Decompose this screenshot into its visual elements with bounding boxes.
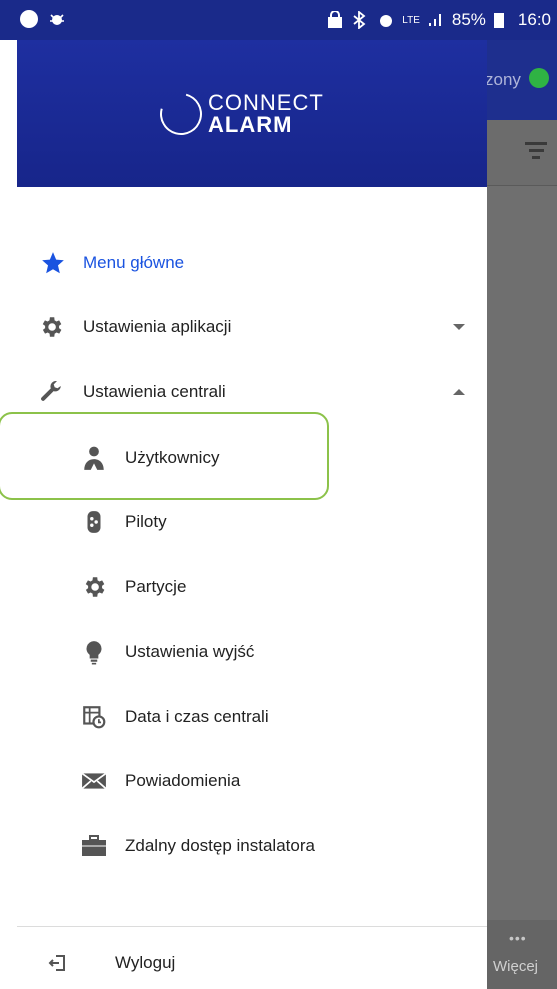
logo-line-1: CONNECT	[208, 90, 324, 115]
battery-icon	[493, 11, 511, 29]
battery-percent: 85%	[451, 10, 486, 29]
chevron-down-icon[interactable]	[453, 324, 465, 330]
drawer-divider	[17, 926, 487, 927]
status-bar: LTE 85% 16:0	[0, 0, 557, 40]
more-icon: •••	[509, 930, 527, 946]
more-tab-label: Więcej	[493, 958, 539, 975]
lock-icon	[327, 10, 345, 29]
drawer-header-gap	[0, 40, 17, 187]
gear-icon	[38, 314, 64, 340]
briefcase-icon	[81, 833, 107, 859]
logout-icon	[44, 950, 70, 976]
menu-item-app-settings[interactable]: Ustawienia aplikacji	[0, 302, 487, 352]
bulb-icon	[81, 639, 107, 665]
menu-item-remote-access[interactable]: Zdalny dostęp instalatora	[0, 821, 487, 871]
network-type: LTE	[402, 14, 420, 26]
connect-alarm-logo: CONNECT ALARM	[152, 85, 324, 143]
star-icon	[40, 250, 66, 276]
menu-item-notifications-label: Powiadomienia	[125, 771, 241, 790]
signal-icon	[427, 11, 445, 29]
menu-item-date-time-label: Data i czas centrali	[125, 707, 269, 726]
wrench-icon	[38, 379, 64, 405]
users-highlight-frame	[0, 412, 329, 500]
logo-line-2: ALARM	[208, 112, 293, 137]
bug-icon	[48, 10, 66, 28]
menu-item-remotes-label: Piloty	[125, 512, 167, 531]
navigation-drawer: CONNECT ALARM Menu główne Ustawienia apl…	[0, 40, 487, 989]
bluetooth-icon	[352, 10, 370, 30]
remote-icon	[81, 509, 107, 535]
menu-item-panel-settings[interactable]: Ustawienia centrali	[0, 367, 487, 417]
chevron-up-icon[interactable]	[453, 389, 465, 395]
menu-item-partitions-label: Partycje	[125, 577, 187, 596]
more-tab[interactable]: ••• Więcej	[487, 920, 557, 989]
alarm-icon	[377, 11, 395, 29]
menu-item-main[interactable]: Menu główne	[0, 238, 487, 288]
menu-item-notifications[interactable]: Powiadomienia	[0, 756, 487, 806]
logout-label: Wyloguj	[115, 953, 176, 972]
envelope-icon	[81, 768, 107, 794]
logo-ring-icon	[152, 85, 210, 143]
connection-status-text: zony	[485, 70, 521, 89]
menu-item-outputs-label: Ustawienia wyjść	[125, 642, 255, 661]
menu-item-date-time[interactable]: Data i czas centrali	[0, 692, 487, 742]
drawer-header: CONNECT ALARM	[17, 40, 487, 187]
background-app-header: zony	[485, 40, 557, 120]
phone-icon	[20, 10, 38, 28]
clock: 16:0	[517, 10, 551, 29]
menu-item-remote-access-label: Zdalny dostęp instalatora	[125, 836, 315, 855]
menu-item-app-settings-label: Ustawienia aplikacji	[83, 317, 232, 336]
menu-item-main-label: Menu główne	[83, 253, 185, 272]
menu-item-panel-settings-label: Ustawienia centrali	[83, 382, 226, 401]
logout-item[interactable]: Wyloguj	[0, 938, 487, 988]
gear-icon	[81, 574, 107, 600]
filter-icon[interactable]	[525, 142, 547, 163]
menu-item-partitions[interactable]: Partycje	[0, 562, 487, 612]
calendar-clock-icon	[81, 704, 107, 730]
menu-item-outputs[interactable]: Ustawienia wyjść	[0, 627, 487, 677]
connection-status-dot	[529, 68, 549, 88]
menu-item-remotes[interactable]: Piloty	[0, 497, 487, 547]
background-app: zony ••• Więcej	[485, 40, 557, 989]
